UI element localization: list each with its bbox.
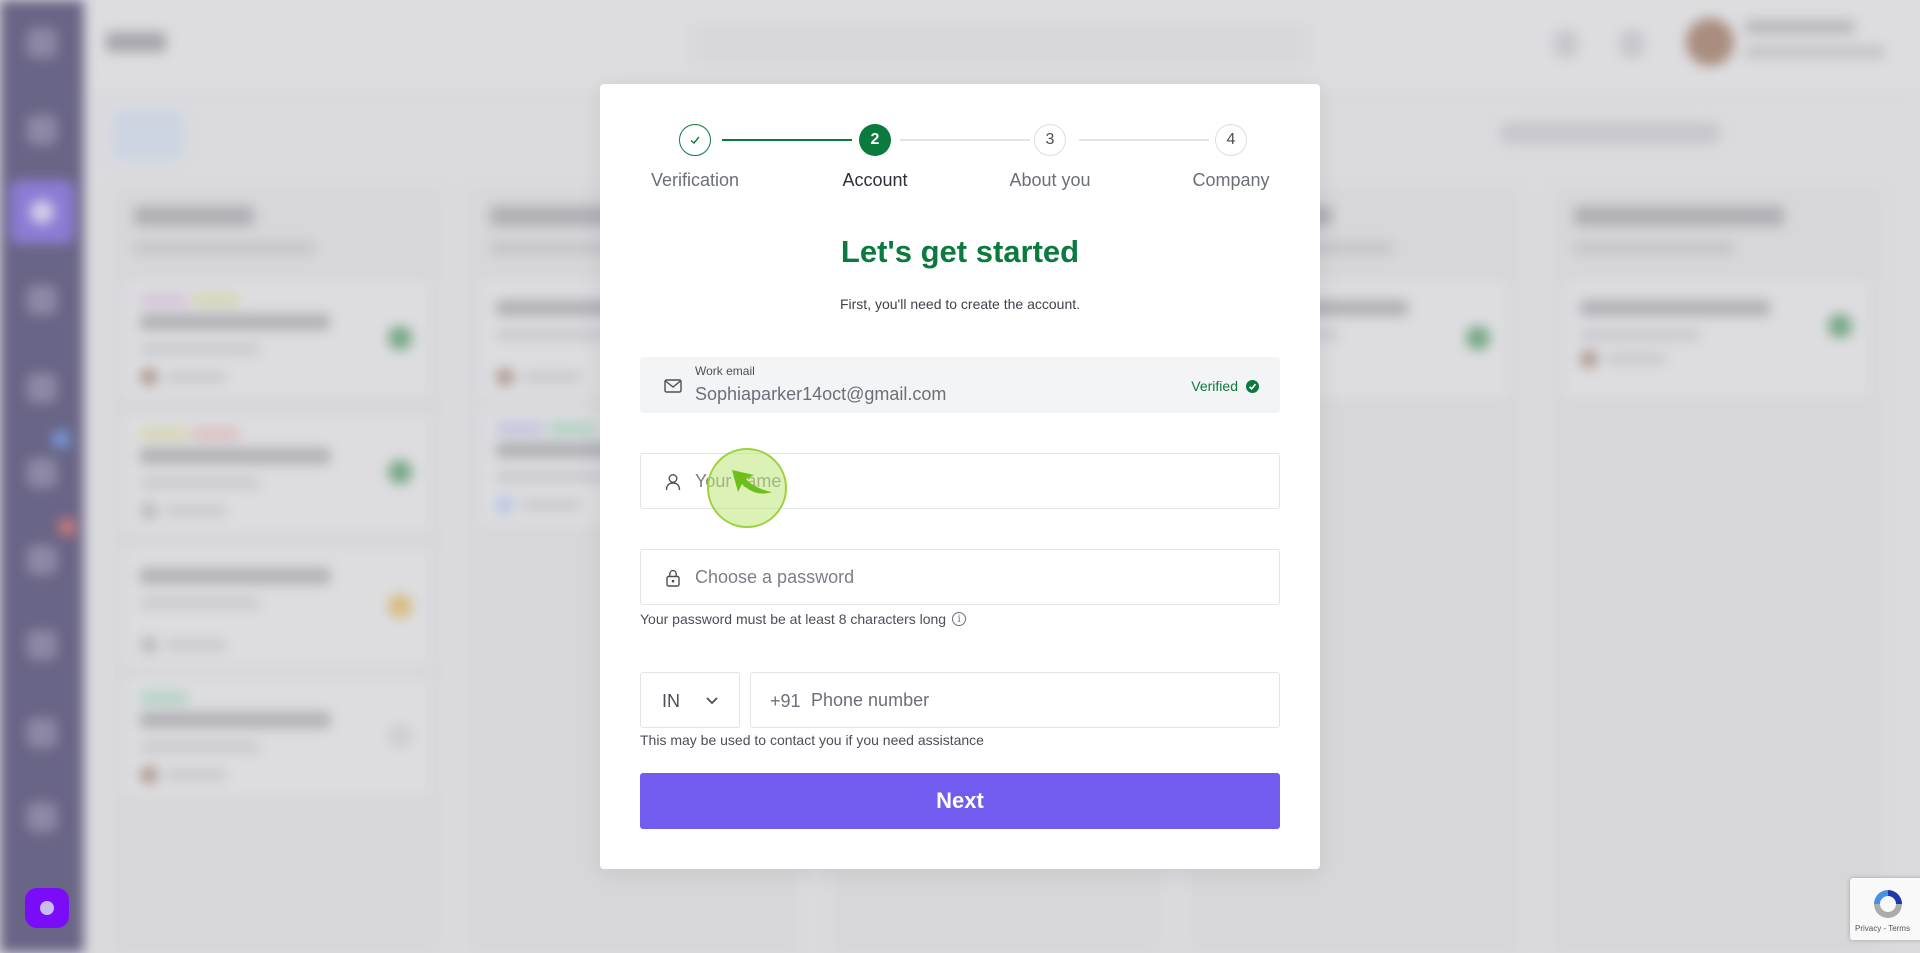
step-label-company: Company xyxy=(1192,170,1270,190)
step-label-about-you: About you xyxy=(1009,170,1091,190)
phone-input[interactable] xyxy=(811,673,1261,727)
chat-icon xyxy=(40,901,54,915)
modal-title: Let's get started xyxy=(840,234,1080,269)
phone-helper-text: This may be used to contact you if you n… xyxy=(640,732,984,748)
stepper-connector xyxy=(900,139,1030,141)
verified-check-icon xyxy=(1246,379,1259,393)
modal-subtitle: First, you'll need to create the account… xyxy=(839,296,1081,312)
phone-helper: This may be used to contact you if you n… xyxy=(640,732,984,748)
password-input[interactable] xyxy=(695,550,1255,604)
step-4-circle: 4 xyxy=(1215,124,1247,156)
lock-icon xyxy=(663,568,683,588)
work-email-field: Work email Sophiaparker14oct@gmail.com V… xyxy=(640,357,1280,413)
country-code-select[interactable]: IN xyxy=(640,672,740,728)
chevron-down-icon xyxy=(703,691,721,714)
phone-prefix: +91 xyxy=(770,691,801,711)
stepper-connector xyxy=(1079,139,1209,141)
verified-badge: Verified xyxy=(1191,378,1259,394)
user-icon xyxy=(663,472,683,492)
verified-label: Verified xyxy=(1191,378,1238,394)
stepper-connector xyxy=(722,139,852,141)
password-helper-text: Your password must be at least 8 charact… xyxy=(640,611,947,627)
signup-stepper: Verification 2 Account 3 About you 4 Com… xyxy=(600,84,1320,224)
next-button[interactable]: Next xyxy=(640,773,1280,829)
step-3-circle: 3 xyxy=(1034,124,1066,156)
recaptcha-links[interactable]: Privacy - Terms xyxy=(1855,924,1910,933)
step-1-check-icon xyxy=(679,124,711,156)
step-label-account: Account xyxy=(842,170,908,190)
recaptcha-icon xyxy=(1874,890,1902,918)
work-email-value: Sophiaparker14oct@gmail.com xyxy=(695,384,947,404)
recaptcha-badge[interactable]: Privacy - Terms xyxy=(1850,878,1920,940)
mail-icon xyxy=(663,376,683,396)
chat-launcher-button[interactable] xyxy=(25,888,69,928)
country-code-value: IN xyxy=(662,691,680,711)
phone-field[interactable]: +91 xyxy=(750,672,1280,728)
work-email-label: Work email xyxy=(695,364,755,378)
cursor-arrow-icon xyxy=(732,470,772,494)
password-field[interactable] xyxy=(640,549,1280,605)
info-icon[interactable]: i xyxy=(952,612,967,626)
step-2-circle: 2 xyxy=(859,124,891,156)
step-label-verification: Verification xyxy=(650,170,740,190)
password-helper: Your password must be at least 8 charact… xyxy=(640,611,967,627)
